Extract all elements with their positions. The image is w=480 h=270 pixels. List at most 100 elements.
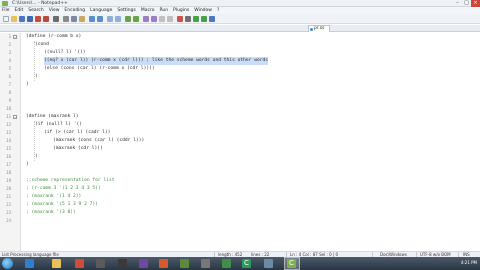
start-button[interactable] — [2, 258, 13, 269]
stop-macro-icon[interactable] — [185, 16, 191, 22]
window-title: C:\Users\... - Notepad++ — [12, 1, 68, 6]
code-line[interactable]: 5 (else (cons (car l) (r-comm x (cdr l)))… — [0, 65, 480, 73]
code-line[interactable]: 24 — [0, 217, 480, 225]
code-line[interactable]: 8 — [0, 89, 480, 97]
play-macro-icon[interactable] — [193, 16, 199, 22]
line-number: 3 — [8, 50, 11, 55]
close-all-icon[interactable] — [43, 16, 49, 22]
code-line[interactable]: 14 (maxrank (cons (car l) (cddr l))) — [0, 137, 480, 145]
code-line[interactable]: 10 — [0, 105, 480, 113]
app-icon[interactable] — [180, 259, 189, 268]
menu-search[interactable]: Search — [28, 8, 43, 13]
indent-guide-icon[interactable] — [167, 16, 173, 22]
menu-encoding[interactable]: Encoding — [64, 8, 85, 13]
window-controls: – □ × — [453, 0, 480, 7]
code-line[interactable]: 21 ; (maxrank '(1 4 2)) — [0, 193, 480, 201]
save-all-icon[interactable] — [27, 16, 33, 22]
line-number: 21 — [6, 194, 11, 199]
find-icon[interactable] — [107, 16, 113, 22]
print-icon[interactable] — [53, 16, 59, 22]
new-file-icon[interactable] — [3, 16, 9, 22]
menu-edit[interactable]: Edit — [15, 8, 24, 13]
run-macro-multiple-icon[interactable] — [201, 16, 207, 22]
code-editor[interactable]: 1− (define (r-comm b x) 2 (cond 3 ((null? l) … — [0, 33, 480, 251]
menu-file[interactable]: File — [2, 8, 10, 13]
menu-help[interactable]: ? — [217, 8, 219, 13]
code-text: ((null? l) '()) — [44, 50, 86, 55]
line-number: 12 — [6, 122, 11, 127]
notepad-plus-plus-icon — [2, 1, 8, 6]
code-line[interactable]: 12 (if (null? l) '() — [0, 121, 480, 129]
code-line[interactable]: 15 (maxrank (cdr l))) — [0, 145, 480, 153]
app-icon[interactable] — [139, 259, 148, 268]
show-all-chars-icon[interactable] — [159, 16, 165, 22]
fold-toggle-icon[interactable]: − — [13, 115, 17, 119]
undo-icon[interactable] — [89, 16, 95, 22]
media-player-icon[interactable] — [75, 259, 84, 268]
code-line[interactable]: 6) — [0, 73, 480, 81]
code-line[interactable]: 13 (if (> (car l) (cadr l)) — [0, 129, 480, 137]
line-number: 24 — [6, 218, 11, 223]
menu-language[interactable]: Language — [90, 8, 112, 13]
line-number: 14 — [6, 138, 11, 143]
record-macro-icon[interactable] — [177, 16, 183, 22]
sync-scroll-icon[interactable] — [143, 16, 149, 22]
code-text: (define (maxrank l) — [26, 114, 79, 119]
copy-icon[interactable] — [71, 16, 77, 22]
app-icon[interactable] — [96, 259, 105, 268]
menu-window[interactable]: Window — [194, 8, 212, 13]
code-text: ; (maxrank '(3 8)) — [26, 210, 76, 215]
code-line[interactable]: 2 (cond — [0, 41, 480, 49]
code-line[interactable]: 17) — [0, 161, 480, 169]
green-c-app-icon[interactable]: C — [242, 259, 251, 268]
menu-plugins[interactable]: Plugins — [173, 8, 189, 13]
replace-icon[interactable] — [115, 16, 121, 22]
menu-macro[interactable]: Macro — [141, 8, 155, 13]
line-number: 17 — [6, 162, 11, 167]
code-line[interactable]: 19 ;;scheme representation for list — [0, 177, 480, 185]
redo-icon[interactable] — [97, 16, 103, 22]
tab-file[interactable]: pr.ss — [308, 25, 330, 32]
line-number: 10 — [6, 106, 11, 111]
code-line[interactable]: 22 ; (maxrank '(5 1 3 9 2 7)) — [0, 201, 480, 209]
internet-explorer-icon[interactable] — [25, 259, 34, 268]
notepad-plus-plus-taskbar-icon[interactable]: C — [287, 259, 296, 268]
code-line[interactable]: 7) — [0, 81, 480, 89]
code-line[interactable]: 16) — [0, 153, 480, 161]
tab-bar: pr.ss — [0, 25, 480, 32]
code-line[interactable]: 9 — [0, 97, 480, 105]
menu-run[interactable]: Run — [159, 8, 168, 13]
code-line[interactable]: 4 ((eq? x (car l)) (r-comm x (cdr l))) ; … — [0, 57, 480, 65]
menu-settings[interactable]: Settings — [117, 8, 135, 13]
green-app-icon[interactable] — [222, 259, 231, 268]
close-file-icon[interactable] — [35, 16, 41, 22]
save-icon[interactable] — [19, 16, 25, 22]
cut-icon[interactable] — [63, 16, 69, 22]
tab-label: pr.ss — [314, 26, 325, 31]
zoom-out-icon[interactable] — [133, 16, 139, 22]
app-icon[interactable] — [264, 259, 273, 268]
menu-view[interactable]: View — [49, 8, 60, 13]
word-wrap-icon[interactable] — [151, 16, 157, 22]
save-macro-icon[interactable] — [209, 16, 215, 22]
code-line[interactable]: 20 ; (r-comm 3 '(1 2 3 4 3 5)) — [0, 185, 480, 193]
open-file-icon[interactable] — [11, 16, 17, 22]
fold-toggle-icon[interactable]: − — [13, 35, 17, 39]
code-line[interactable]: 1− (define (r-comm b x) — [0, 33, 480, 41]
close-button[interactable]: × — [471, 0, 480, 7]
code-line[interactable]: 11− (define (maxrank l) — [0, 113, 480, 121]
code-line[interactable]: 23 ; (maxrank '(3 8)) — [0, 209, 480, 217]
paste-icon[interactable] — [79, 16, 85, 22]
minimize-button[interactable]: – — [453, 0, 462, 7]
file-explorer-icon[interactable] — [52, 259, 61, 268]
line-number: 23 — [6, 210, 11, 215]
code-line[interactable]: 3 ((null? l) '()) — [0, 49, 480, 57]
zoom-in-icon[interactable] — [125, 16, 131, 22]
maximize-button[interactable]: □ — [462, 0, 471, 7]
app-icon[interactable] — [201, 259, 210, 268]
app-icon[interactable] — [118, 259, 127, 268]
app-icon[interactable] — [159, 259, 168, 268]
code-line[interactable]: 18 — [0, 169, 480, 177]
code-text: ; (maxrank '(5 1 3 9 2 7)) — [26, 202, 98, 207]
code-text: (if (null? l) '() — [35, 122, 83, 127]
